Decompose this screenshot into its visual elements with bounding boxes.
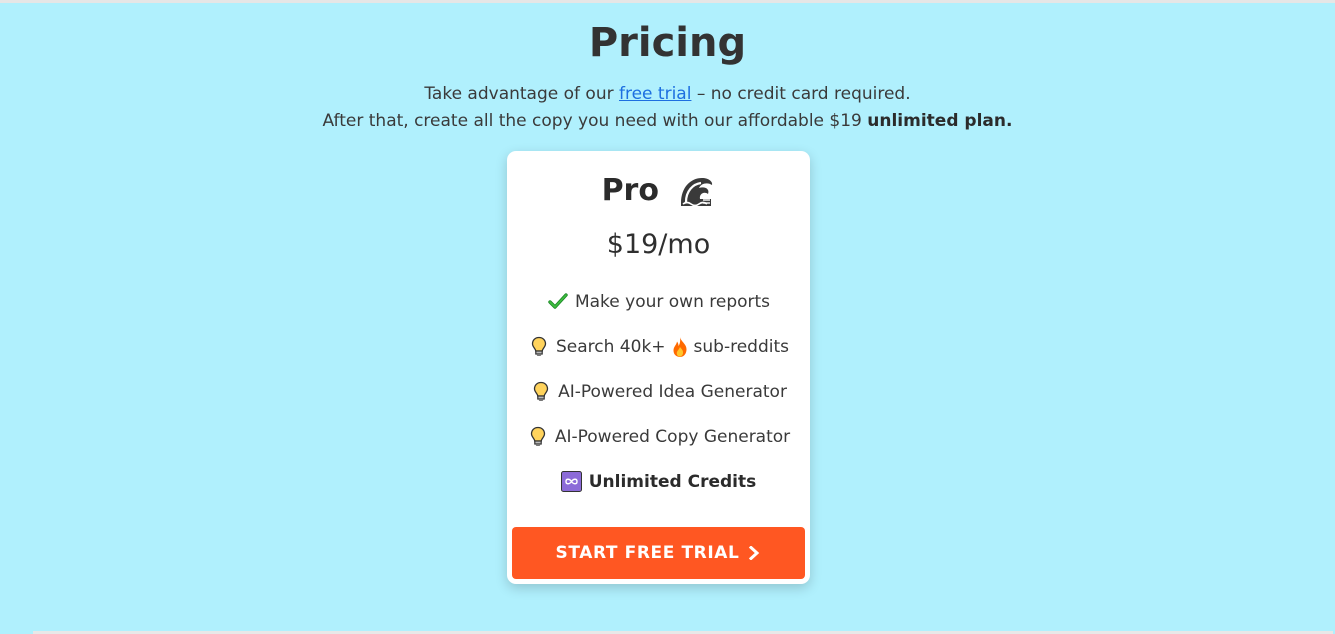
subtitle-line-1-suffix: – no credit card required.: [691, 84, 911, 104]
light-bulb-icon: [530, 381, 552, 403]
fire-icon: [670, 336, 690, 358]
unlimited-plan-emphasis: unlimited plan.: [867, 111, 1013, 131]
infinity-icon: [561, 471, 583, 493]
feature-label: Unlimited Credits: [588, 471, 757, 492]
subtitle-line-2: After that, create all the copy you need…: [0, 108, 1335, 135]
check-mark-icon: [547, 291, 569, 313]
plan-name-heading: Pro: [507, 171, 810, 211]
feature-list: Make your own reports Search 40k+ sub-re…: [507, 279, 810, 504]
feature-label: AI-Powered Idea Generator: [558, 381, 787, 402]
feature-item-reports: Make your own reports: [507, 279, 810, 324]
feature-label: AI-Powered Copy Generator: [554, 426, 791, 447]
feature-label-after: sub-reddits: [693, 336, 789, 357]
feature-label: Make your own reports: [574, 291, 771, 312]
feature-item-unlimited-credits: Unlimited Credits: [507, 459, 810, 504]
plan-price: $19/mo: [606, 229, 711, 260]
plan-name: Pro: [601, 173, 659, 208]
cta-label: START FREE TRIAL: [555, 543, 740, 563]
pricing-subtitle: Take advantage of our free trial – no cr…: [0, 81, 1335, 135]
light-bulb-icon: [528, 336, 550, 358]
start-free-trial-button[interactable]: START FREE TRIAL: [512, 527, 805, 579]
feature-item-idea-generator: AI-Powered Idea Generator: [507, 369, 810, 414]
free-trial-link[interactable]: free trial: [619, 84, 691, 104]
pro-plan-card: Pro $19/mo Make your own reports Search …: [507, 151, 810, 584]
water-wave-icon: [681, 177, 713, 206]
page-title: Pricing: [588, 20, 747, 66]
light-bulb-icon: [527, 426, 549, 448]
feature-item-search-subreddits: Search 40k+ sub-reddits: [507, 324, 810, 369]
feature-label-before: Search 40k+: [556, 336, 666, 357]
feature-item-copy-generator: AI-Powered Copy Generator: [507, 414, 810, 459]
subtitle-line-2-prefix: After that, create all the copy you need…: [322, 111, 868, 131]
chevron-right-icon: [749, 546, 760, 560]
subtitle-line-1: Take advantage of our free trial – no cr…: [0, 81, 1335, 108]
subtitle-line-1-prefix: Take advantage of our: [424, 84, 619, 104]
